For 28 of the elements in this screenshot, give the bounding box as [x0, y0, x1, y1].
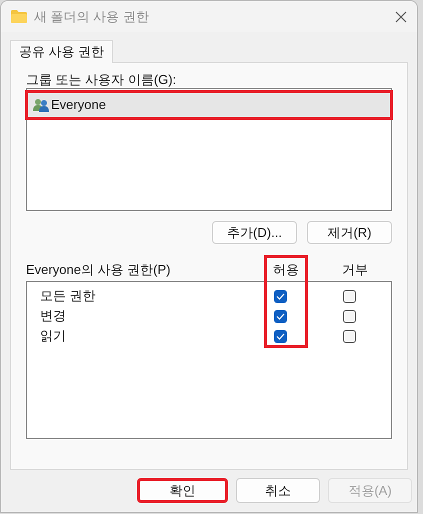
group-list[interactable]: Everyone — [26, 88, 392, 211]
user-name: Everyone — [51, 96, 106, 114]
users-icon — [33, 98, 49, 112]
window-title: 새 폴더의 사용 권한 — [34, 8, 149, 26]
check-icon — [276, 312, 284, 320]
folder-icon — [11, 10, 27, 23]
checkbox[interactable] — [274, 330, 286, 342]
button[interactable]: 취소 — [236, 478, 320, 503]
permission-name: 모든 권한 — [40, 288, 96, 304]
checkbox[interactable] — [342, 290, 356, 302]
permission-name: 변경 — [40, 308, 66, 324]
checkbox[interactable] — [342, 310, 356, 322]
button[interactable]: 확인 — [137, 478, 228, 503]
checkbox[interactable] — [274, 290, 286, 302]
permission-name: 읽기 — [40, 328, 66, 344]
close-icon[interactable] — [395, 10, 407, 22]
check-icon — [276, 332, 284, 340]
check-icon — [276, 292, 284, 300]
user-list-item[interactable]: Everyone — [25, 90, 393, 120]
column-header: 허용 — [272, 261, 300, 279]
button[interactable]: 추가(D)... — [212, 221, 297, 244]
checkbox[interactable] — [274, 310, 286, 322]
tab[interactable]: 공유 사용 권한 — [10, 40, 114, 63]
column-header: 거부 — [341, 261, 369, 279]
checkbox[interactable] — [342, 330, 356, 342]
group-list-label: 그룹 또는 사용자 이름(G): — [26, 72, 178, 88]
permission-list-label: Everyone의 사용 권한(P) — [26, 261, 172, 279]
button[interactable]: 제거(R) — [307, 221, 392, 244]
